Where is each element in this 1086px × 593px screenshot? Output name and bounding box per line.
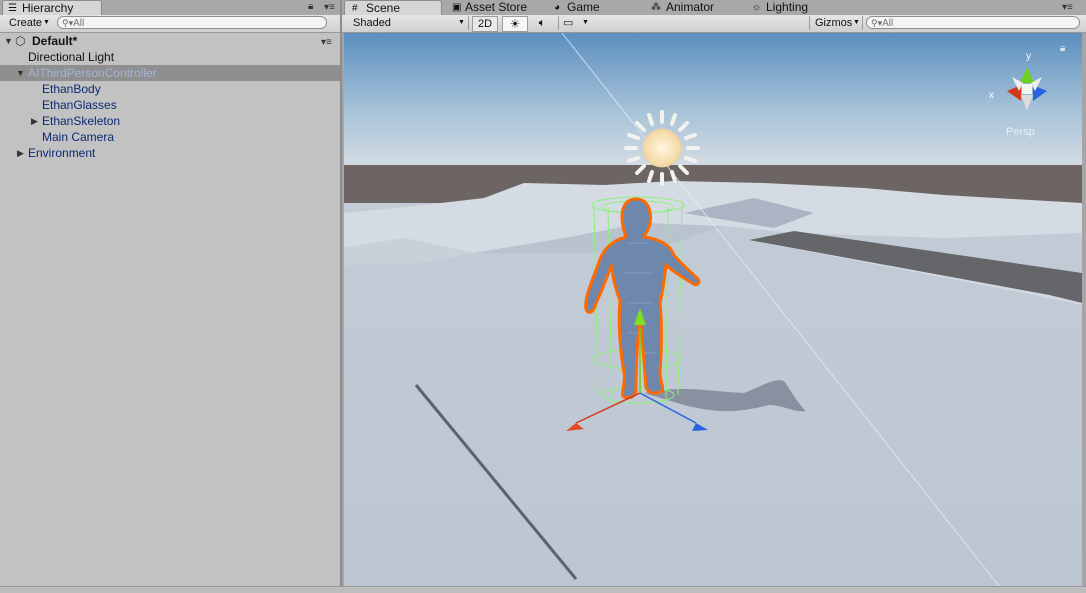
pacman-icon: ◕	[554, 2, 561, 13]
gizmos-dropdown[interactable]: Gizmos ▼	[809, 16, 863, 30]
tab-asset-store-label: Asset Store	[465, 0, 528, 14]
tab-asset-store[interactable]: ▣ Asset Store	[450, 0, 540, 15]
toggle-2d-button[interactable]: 2D	[472, 16, 498, 32]
tab-animator-label: Animator	[666, 0, 715, 14]
hierarchy-item-main-camera[interactable]: Main Camera	[0, 129, 340, 145]
collapse-triangle-icon[interactable]: ▶	[31, 113, 38, 129]
create-label: Create	[9, 17, 43, 29]
list-icon: ☰	[8, 3, 17, 14]
directional-light-sun-icon[interactable]	[624, 110, 700, 186]
tab-lighting[interactable]: ☼ Lighting	[750, 0, 840, 15]
tab-game[interactable]: ◕ Game	[551, 0, 631, 15]
hierarchy-item-ethanbody[interactable]: EthanBody	[0, 81, 340, 97]
caret-down-icon: ▼	[458, 19, 465, 26]
scene-panel: # Scene ▣ Asset Store ◕ Game ⁂ Animator …	[342, 0, 1086, 592]
scene-search-input[interactable]	[882, 18, 1053, 29]
animator-icon: ⁂	[651, 2, 661, 13]
lighting-icon: ☼	[752, 2, 762, 13]
caret-down-icon: ▼	[582, 19, 589, 26]
shading-mode-label: Shaded	[353, 17, 391, 29]
hierarchy-search[interactable]: ⚲▾	[57, 16, 327, 29]
grid-icon: #	[352, 3, 358, 14]
tab-lighting-label: Lighting	[766, 0, 809, 14]
gizmo-y-label: y	[1026, 51, 1031, 62]
scene-viewport[interactable]: y x Persp 🔒︎	[344, 33, 1082, 586]
create-dropdown[interactable]: Create ▼	[4, 16, 50, 30]
item-label: Environment	[28, 146, 96, 160]
scene-root-row[interactable]: ▼ ⬡ Default* ▾≡	[0, 33, 340, 49]
hierarchy-panel: ☰ Hierarchy 🔒︎ ▾≡ Create ▼ ⚲▾ ▼ ⬡ Defaul…	[0, 0, 340, 592]
search-icon: ⚲▾	[871, 18, 883, 28]
item-label: EthanBody	[42, 82, 101, 96]
item-label: Directional Light	[28, 50, 115, 64]
expand-triangle-icon[interactable]: ▼	[16, 65, 25, 81]
item-label: AIThirdPersonController	[28, 66, 157, 80]
image-icon: ▭	[563, 17, 574, 29]
tab-hierarchy[interactable]: ☰ Hierarchy	[2, 0, 102, 16]
scene-tabbar: # Scene ▣ Asset Store ◕ Game ⁂ Animator …	[342, 0, 1086, 16]
scene-toolbar: Shaded ▼ 2D ☀ 🔈︎ ▭ ▼ Gizmos ▼ ⚲▾	[342, 15, 1086, 33]
hierarchy-item-ethanglasses[interactable]: EthanGlasses	[0, 97, 340, 113]
hierarchy-toolbar: Create ▼ ⚲▾	[0, 15, 340, 33]
gizmos-label: Gizmos	[815, 17, 853, 29]
lock-icon[interactable]: 🔒︎	[308, 1, 313, 12]
expand-triangle-icon[interactable]: ▼	[4, 33, 13, 49]
hierarchy-search-input[interactable]	[73, 18, 254, 29]
speaker-icon: 🔈︎	[538, 17, 546, 29]
gizmo-lock-icon[interactable]: 🔒︎	[1060, 43, 1065, 54]
caret-down-icon: ▼	[853, 19, 860, 26]
hierarchy-item-environment[interactable]: ▶ Environment	[0, 145, 340, 161]
caret-down-icon: ▼	[43, 19, 50, 26]
sun-icon: ☀	[509, 17, 521, 31]
panel-menu-icon[interactable]: ▾≡	[1062, 2, 1073, 13]
tab-game-label: Game	[567, 0, 600, 14]
tab-scene-label: Scene	[366, 1, 401, 15]
collapse-triangle-icon[interactable]: ▶	[17, 145, 24, 161]
tab-animator[interactable]: ⁂ Animator	[649, 0, 739, 15]
tab-scene[interactable]: # Scene	[344, 0, 442, 16]
shading-mode-dropdown[interactable]: Shaded ▼	[346, 16, 469, 30]
toggle-2d-label: 2D	[477, 18, 493, 30]
gizmo-x-label: x	[989, 90, 994, 101]
item-label: EthanSkeleton	[42, 114, 121, 128]
projection-label[interactable]: Persp	[1006, 126, 1035, 138]
unity-logo-icon: ⬡	[15, 34, 26, 48]
scene-render[interactable]: y x Persp 🔒︎	[344, 33, 1082, 586]
search-icon: ⚲▾	[62, 18, 74, 28]
tab-hierarchy-label: Hierarchy	[22, 1, 74, 15]
audio-toggle-button[interactable]: 🔈︎	[530, 16, 554, 30]
panel-menu-icon[interactable]: ▾≡	[324, 2, 335, 13]
hierarchy-item-ethanskeleton[interactable]: ▶ EthanSkeleton	[0, 113, 340, 129]
scene-search[interactable]: ⚲▾	[866, 16, 1080, 29]
hierarchy-item-directional-light[interactable]: Directional Light	[0, 49, 340, 65]
item-label: Main Camera	[42, 130, 115, 144]
shopping-bag-icon: ▣	[452, 2, 462, 13]
lighting-toggle-button[interactable]: ☀	[502, 16, 528, 32]
scene-name: Default*	[32, 34, 78, 48]
hierarchy-item-aithirdpersoncontroller[interactable]: ▼ AIThirdPersonController	[0, 65, 340, 81]
item-label: EthanGlasses	[42, 98, 117, 112]
effects-dropdown[interactable]: ▭ ▼	[558, 16, 593, 30]
hierarchy-tabbar: ☰ Hierarchy 🔒︎ ▾≡	[0, 0, 340, 16]
